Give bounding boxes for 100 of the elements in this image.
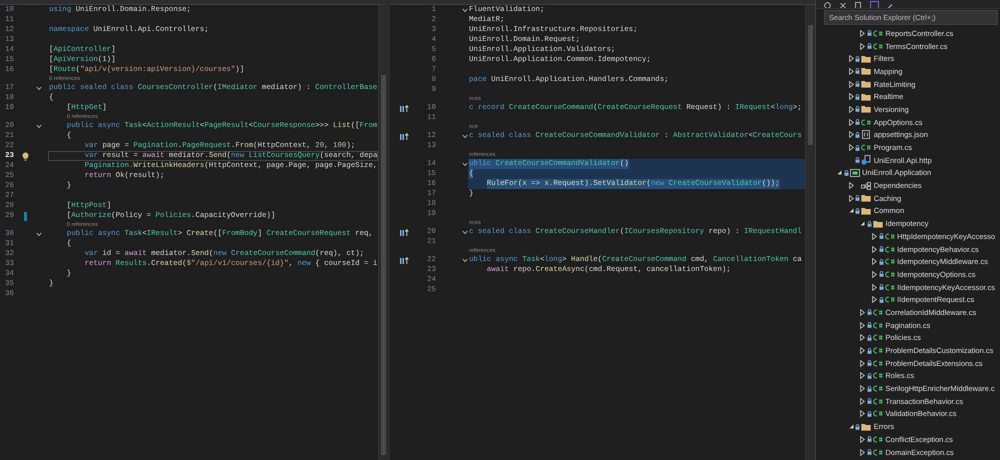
csharp-file-icon: [872, 436, 883, 443]
csharp-file-icon: [872, 410, 883, 418]
collapsed-arrow-icon[interactable]: [860, 30, 866, 37]
collapsed-arrow-icon[interactable]: [860, 360, 866, 367]
expanded-arrow-icon[interactable]: [848, 208, 854, 214]
lock-icon: [866, 348, 872, 354]
lock-icon: [878, 233, 884, 240]
collapsed-arrow-icon[interactable]: [848, 131, 854, 138]
csharp-file-icon: [861, 144, 872, 152]
collapsed-arrow-icon[interactable]: [860, 410, 866, 418]
collapsed-arrow-icon[interactable]: [872, 232, 878, 240]
lock-icon: [866, 398, 872, 404]
collapsed-arrow-icon[interactable]: [872, 258, 878, 266]
chevron-icon[interactable]: [462, 230, 468, 234]
folder-icon: [861, 194, 872, 202]
lock-icon: [855, 119, 860, 126]
lock-icon: [866, 43, 872, 50]
folder-icon: [872, 220, 883, 228]
collapsed-arrow-icon[interactable]: [848, 93, 854, 100]
chevron-icon[interactable]: [36, 86, 42, 90]
collapsed-arrow-icon[interactable]: [872, 270, 878, 278]
lock-icon: [866, 372, 872, 379]
collapsed-arrow-icon[interactable]: [848, 68, 854, 75]
lock-icon: [878, 246, 884, 252]
collapsed-arrow-icon[interactable]: [860, 398, 866, 405]
inheritance-icon[interactable]: [400, 228, 408, 236]
chevron-icon[interactable]: [462, 134, 468, 138]
lock-icon: [855, 132, 860, 138]
inheritance-icon[interactable]: [400, 256, 408, 264]
collapsed-arrow-icon[interactable]: [848, 144, 854, 152]
scrollbar[interactable]: [805, 5, 815, 460]
collapsed-arrow-icon[interactable]: [872, 284, 878, 291]
csharp-file-icon: [884, 270, 895, 278]
lock-icon: [855, 195, 860, 202]
collapsed-arrow-icon[interactable]: [860, 436, 866, 443]
json-file-icon: [862, 130, 870, 140]
csharp-file-icon: [872, 360, 883, 367]
lock-icon: [855, 56, 860, 62]
scrollbar[interactable]: [378, 5, 388, 460]
lock-icon: [878, 271, 884, 278]
folder-icon: [861, 54, 872, 63]
expanded-arrow-icon[interactable]: [860, 221, 866, 226]
collapsed-arrow-icon[interactable]: [860, 322, 866, 329]
collapsed-arrow-icon[interactable]: [848, 55, 854, 62]
lock-icon: [866, 410, 872, 417]
collapsed-arrow-icon[interactable]: [860, 334, 866, 342]
collapsed-arrow-icon[interactable]: [872, 246, 878, 253]
csharp-file-icon: [872, 385, 883, 392]
collapsed-arrow-icon[interactable]: [860, 372, 866, 380]
dependencies-icon: [861, 182, 872, 190]
csharp-file-icon: [872, 308, 883, 316]
http-file-icon: [861, 155, 872, 166]
collapsed-arrow-icon[interactable]: [848, 106, 854, 113]
lock-icon: [855, 106, 860, 112]
folder-icon: [861, 105, 872, 114]
collapsed-arrow-icon[interactable]: [872, 296, 878, 304]
lock-icon: [866, 309, 872, 316]
history-icon[interactable]: [824, 2, 831, 8]
csharp-file-icon: [872, 30, 883, 37]
lock-icon: [855, 81, 860, 88]
csharp-file-icon: [872, 42, 883, 50]
lock-icon: [855, 94, 860, 100]
close-icon[interactable]: [840, 3, 846, 8]
project-icon: [850, 168, 860, 177]
lock-icon: [866, 449, 872, 456]
csharp-file-icon: [872, 334, 883, 342]
collapsed-arrow-icon[interactable]: [848, 80, 854, 88]
collapsed-arrow-icon[interactable]: [860, 385, 866, 392]
folder-icon: [861, 422, 872, 431]
collapsed-arrow-icon[interactable]: [860, 42, 866, 50]
change-marker: [24, 212, 26, 220]
chevron-icon[interactable]: [462, 258, 468, 262]
lock-icon: [866, 386, 872, 392]
expanded-arrow-icon[interactable]: [837, 170, 842, 176]
lock-icon: [855, 144, 860, 151]
collapsed-arrow-icon[interactable]: [860, 448, 866, 456]
collapsed-arrow-icon[interactable]: [848, 194, 854, 202]
lock-icon: [866, 322, 872, 328]
csharp-file-icon: [884, 284, 895, 291]
collapsed-arrow-icon[interactable]: [848, 118, 854, 126]
lock-icon: [855, 424, 860, 430]
inheritance-icon[interactable]: [400, 104, 408, 112]
inheritance-icon[interactable]: [400, 132, 408, 140]
csharp-file-icon: [884, 258, 895, 266]
csharp-file-icon: [872, 448, 883, 456]
lock-icon: [866, 30, 872, 36]
expanded-arrow-icon[interactable]: [848, 424, 854, 430]
collapsed-arrow-icon[interactable]: [860, 308, 866, 316]
collapsed-arrow-icon[interactable]: [860, 347, 866, 354]
chevron-icon[interactable]: [36, 232, 42, 236]
csharp-file-icon: [861, 118, 872, 126]
chevron-icon[interactable]: [462, 162, 468, 166]
chevron-icon[interactable]: [462, 8, 468, 12]
lightbulb-icon[interactable]: [22, 152, 28, 160]
csharp-file-icon: [872, 372, 883, 380]
chevron-icon[interactable]: [36, 124, 42, 128]
lock-icon: [855, 68, 860, 74]
collapsed-arrow-icon[interactable]: [848, 182, 854, 190]
lock-icon: [866, 360, 872, 366]
lock-icon: [866, 436, 872, 442]
